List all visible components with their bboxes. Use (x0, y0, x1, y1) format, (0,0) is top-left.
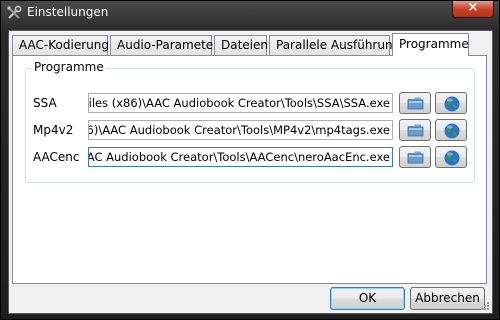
settings-window: Einstellungen × AAC-Kodierung Audio-Para… (0, 0, 500, 320)
aacenc-path-value: \AAC Audiobook Creator\Tools\AACenc\nero… (88, 150, 390, 164)
dialog-client-area: AAC-Kodierung Audio-Parameter Dateien Pa… (8, 30, 493, 314)
mp4v2-path-field[interactable]: x86)\AAC Audiobook Creator\Tools\MP4v2\m… (88, 120, 393, 140)
title-bar[interactable]: Einstellungen × (1, 0, 500, 25)
ssa-browse-button[interactable] (399, 92, 431, 114)
aacenc-browse-button[interactable] (399, 146, 431, 168)
programme-group: Programme SSA m Files (x86)\AAC Audioboo… (25, 60, 475, 183)
globe-icon (444, 96, 460, 112)
close-icon: × (467, 0, 479, 15)
aacenc-label: AACenc (33, 150, 80, 164)
ssa-label: SSA (33, 96, 57, 110)
ssa-path-field[interactable]: m Files (x86)\AAC Audiobook Creator\Tool… (88, 93, 393, 113)
tab-parallele-ausfuehrung[interactable]: Parallele Ausführung (269, 35, 400, 55)
tools-icon (7, 5, 22, 19)
aacenc-path-field[interactable]: \AAC Audiobook Creator\Tools\AACenc\nero… (88, 147, 393, 167)
tab-dateien[interactable]: Dateien (214, 35, 268, 55)
tab-audio-parameter[interactable]: Audio-Parameter (110, 35, 218, 55)
mp4v2-browse-button[interactable] (399, 119, 431, 141)
ssa-path-value: m Files (x86)\AAC Audiobook Creator\Tool… (88, 96, 390, 110)
window-title: Einstellungen (27, 5, 109, 19)
folder-icon (407, 151, 424, 164)
close-button[interactable]: × (452, 0, 494, 18)
aacenc-web-button[interactable] (435, 146, 467, 168)
group-title: Programme (32, 60, 106, 74)
ssa-web-button[interactable] (435, 92, 467, 114)
programme-tab-panel: Programme SSA m Files (x86)\AAC Audioboo… (12, 55, 487, 284)
resize-grip-icon[interactable] (480, 301, 490, 311)
globe-icon (444, 150, 460, 166)
ok-button[interactable]: OK (330, 287, 405, 310)
globe-icon (444, 123, 460, 139)
tab-programme[interactable]: Programme (392, 33, 469, 56)
mp4v2-path-value: x86)\AAC Audiobook Creator\Tools\MP4v2\m… (88, 123, 390, 137)
mp4v2-label: Mp4v2 (33, 123, 74, 137)
mp4v2-web-button[interactable] (435, 119, 467, 141)
tab-aac-kodierung[interactable]: AAC-Kodierung (12, 35, 109, 55)
folder-icon (407, 124, 424, 137)
cancel-button[interactable]: Abbrechen (410, 287, 485, 310)
folder-icon (407, 97, 424, 110)
